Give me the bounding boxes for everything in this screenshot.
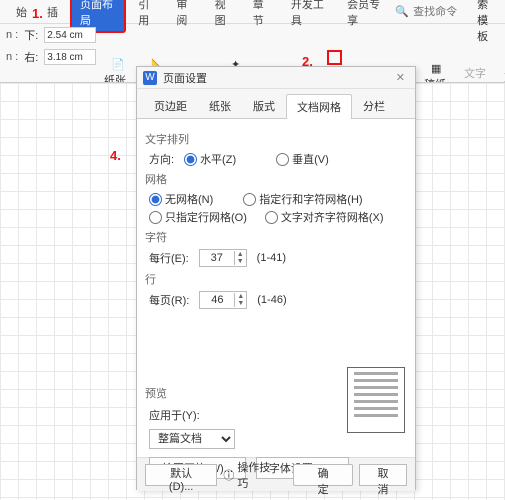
page-preview (347, 367, 405, 433)
close-icon[interactable]: ✕ (392, 71, 409, 84)
tab-paper[interactable]: 纸张 (198, 93, 242, 118)
callout-1: 1. (32, 6, 43, 21)
tips-link[interactable]: ⓘ操作技巧 (223, 459, 281, 491)
per-line-spinner[interactable]: ▲▼ (199, 249, 247, 267)
ribbon-tab[interactable]: 视图 (207, 0, 241, 31)
per-line-range: (1-41) (257, 252, 286, 264)
tab-margins[interactable]: 页边距 (143, 93, 198, 118)
ribbon-tab[interactable]: 审阅 (168, 0, 202, 31)
direction-label: 方向: (149, 151, 174, 167)
apply-label: 应用于(Y): (149, 407, 200, 423)
apply-select[interactable]: 整篇文档 (149, 429, 235, 449)
radio-line-char-grid[interactable]: 指定行和字符网格(H) (243, 191, 362, 207)
dialog-titlebar: W 页面设置 ✕ (137, 67, 415, 89)
page-setup-dialog: W 页面设置 ✕ 页边距 纸张 版式 文档网格 分栏 文字排列 方向: 水平(Z… (136, 66, 416, 490)
ribbon-tab[interactable]: 引用 (130, 0, 164, 31)
margin-top-label: 下: (24, 27, 38, 43)
ribbon-tab[interactable]: 会员专享 (339, 0, 391, 31)
spin-down-icon[interactable]: ▼ (235, 258, 246, 265)
tab-doc-grid[interactable]: 文档网格 (286, 94, 352, 119)
per-line-label: 每行(E): (149, 250, 189, 266)
tab-layout[interactable]: 版式 (242, 93, 286, 118)
info-icon: ⓘ (223, 467, 234, 483)
per-page-range: (1-46) (257, 294, 286, 306)
ribbon-tabs: 始 插 页面布局 引用 审阅 视图 章节 开发工具 会员专享 🔍 搜索模板 (0, 0, 505, 24)
radio-line-grid[interactable]: 只指定行网格(O) (149, 209, 247, 225)
radio-no-grid[interactable]: 无网格(N) (149, 191, 213, 207)
app-icon: W (143, 71, 157, 85)
callout-2-box (327, 50, 342, 65)
ribbon-tab[interactable]: 始 (8, 1, 35, 23)
spin-up-icon[interactable]: ▲ (235, 293, 246, 300)
ok-button[interactable]: 确定 (293, 464, 353, 486)
ribbon-tab[interactable]: 开发工具 (283, 0, 335, 31)
section-text-arrange: 文字排列 (145, 131, 403, 147)
radio-vertical[interactable]: 垂直(V) (276, 151, 329, 167)
tab-columns[interactable]: 分栏 (352, 93, 396, 118)
per-page-spinner[interactable]: ▲▼ (199, 291, 247, 309)
per-page-label: 每页(R): (149, 292, 189, 308)
section-char: 字符 (145, 229, 403, 245)
dialog-title: 页面设置 (163, 70, 207, 86)
search-templates[interactable]: 搜索模板 (477, 0, 499, 44)
spin-down-icon[interactable]: ▼ (235, 300, 246, 307)
margin-right-input[interactable] (44, 49, 96, 65)
search-icon: 🔍 (395, 5, 409, 18)
ribbon-tab[interactable]: 章节 (245, 0, 279, 31)
section-grid: 网格 (145, 171, 403, 187)
dialog-body: 文字排列 方向: 水平(Z) 垂直(V) 网格 无网格(N) 指定行和字符网格(… (137, 119, 415, 457)
margin-top-input[interactable] (44, 27, 96, 43)
spin-up-icon[interactable]: ▲ (235, 251, 246, 258)
default-button[interactable]: 默认(D)... (145, 464, 217, 486)
command-search[interactable]: 🔍 搜索模板 (395, 0, 499, 44)
per-page-input[interactable] (200, 292, 234, 308)
radio-horizontal[interactable]: 水平(Z) (184, 151, 236, 167)
section-line: 行 (145, 271, 403, 287)
callout-4: 4. (110, 148, 121, 163)
per-line-input[interactable] (200, 250, 234, 266)
search-input[interactable] (413, 6, 473, 18)
margin-row-right: n : 右: (0, 46, 505, 68)
radio-align-grid[interactable]: 文字对齐字符网格(X) (265, 209, 384, 225)
ribbon-tab[interactable]: 插 (39, 1, 66, 23)
cancel-button[interactable]: 取消 (359, 464, 407, 486)
margin-right-label: 右: (24, 49, 38, 65)
dialog-tabs: 页边距 纸张 版式 文档网格 分栏 (137, 89, 415, 119)
